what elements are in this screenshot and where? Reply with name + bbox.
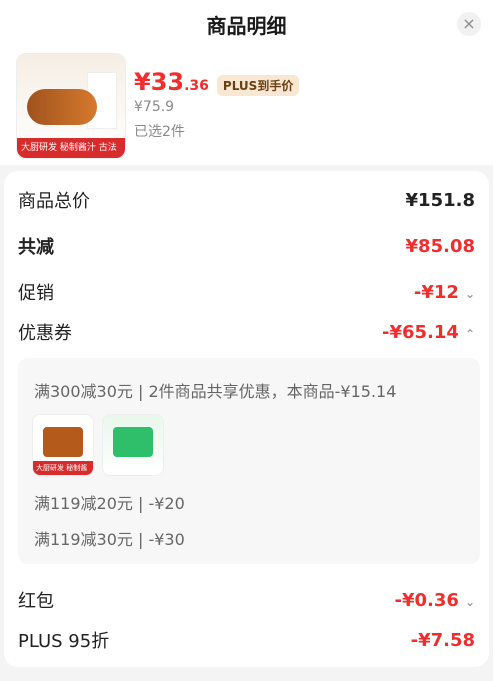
reduction-label: 共减 — [18, 237, 54, 258]
hongbao-label: 红包 — [18, 591, 54, 612]
hongbao-row[interactable]: 红包 -¥0.36 ⌄ — [18, 587, 475, 613]
total-row: 商品总价 ¥151.8 — [18, 187, 475, 213]
promo-label: 促销 — [18, 283, 54, 304]
price-main: ¥33 — [134, 68, 185, 96]
total-value: ¥151.8 — [405, 189, 475, 211]
coupon-detail-line-1: 满300减30元 | 2件商品共享优惠，本商品-¥15.14 — [34, 382, 397, 401]
selected-count: 已选2件 — [134, 124, 185, 140]
promo-amount: -¥12 — [413, 281, 459, 303]
hongbao-value: -¥0.36 ⌄ — [395, 590, 475, 611]
product-thumbnail: 大厨研发 秘制酱汁 古法秘制块块筋脆 — [16, 53, 126, 159]
close-icon[interactable]: × — [457, 12, 481, 36]
coupon-row[interactable]: 优惠券 -¥65.14 ⌃ — [18, 319, 475, 345]
mini-thumb-1: 大厨研发 秘制酱汁 — [32, 414, 94, 476]
chevron-down-icon: ⌄ — [464, 594, 475, 609]
promo-value: -¥12 ⌄ — [414, 282, 475, 303]
reduction-value: ¥85.08 — [405, 235, 475, 257]
plus-price-tag: PLUS到手价 — [216, 75, 300, 96]
price-decimal: .36 — [184, 78, 209, 94]
price-row: ¥33.36 PLUS到手价 — [134, 68, 300, 96]
promo-row[interactable]: 促销 -¥12 ⌄ — [18, 279, 475, 305]
total-label: 商品总价 — [18, 191, 90, 212]
mini-thumb-image-1 — [43, 427, 83, 457]
coupon-value: -¥65.14 ⌃ — [382, 322, 475, 343]
mini-thumb-image-2 — [113, 427, 153, 457]
coupon-label: 优惠券 — [18, 323, 72, 344]
coupon-detail-line-2: 满119减20元 | -¥20 — [34, 494, 185, 513]
price-detail-card: 商品总价 ¥151.8 共减 ¥85.08 促销 -¥12 ⌄ 优惠券 -¥65.… — [4, 171, 489, 667]
reduction-row: 共减 ¥85.08 — [18, 233, 475, 259]
product-thumb-label: 大厨研发 秘制酱汁 古法秘制块块筋脆 — [17, 138, 125, 158]
header-area: 商品明细 × 大厨研发 秘制酱汁 古法秘制块块筋脆 ¥33.36 PLUS到手价… — [0, 0, 493, 165]
coupon-amount: -¥65.14 — [382, 321, 459, 343]
product-fish-image — [27, 89, 97, 125]
mini-thumb-label-1: 大厨研发 秘制酱汁 — [33, 461, 93, 475]
chevron-down-icon: ⌄ — [464, 286, 475, 301]
price: ¥33.36 — [134, 68, 209, 96]
mini-thumb-2 — [102, 414, 164, 476]
coupon-detail-line-3: 满119减30元 | -¥30 — [34, 530, 185, 549]
plus95-value: -¥7.58 — [410, 629, 475, 651]
plus95-label: PLUS 95折 — [18, 631, 110, 652]
hongbao-amount: -¥0.36 — [394, 589, 459, 611]
page-title: 商品明细 — [206, 14, 287, 38]
mini-thumb-label-2 — [103, 461, 163, 475]
chevron-up-icon: ⌃ — [464, 326, 475, 341]
original-price: ¥75.9 — [134, 99, 175, 115]
coupon-details: 满300减30元 | 2件商品共享优惠，本商品-¥15.14 大厨研发 秘制酱汁… — [18, 358, 480, 564]
plus95-row: PLUS 95折 -¥7.58 — [18, 627, 475, 653]
